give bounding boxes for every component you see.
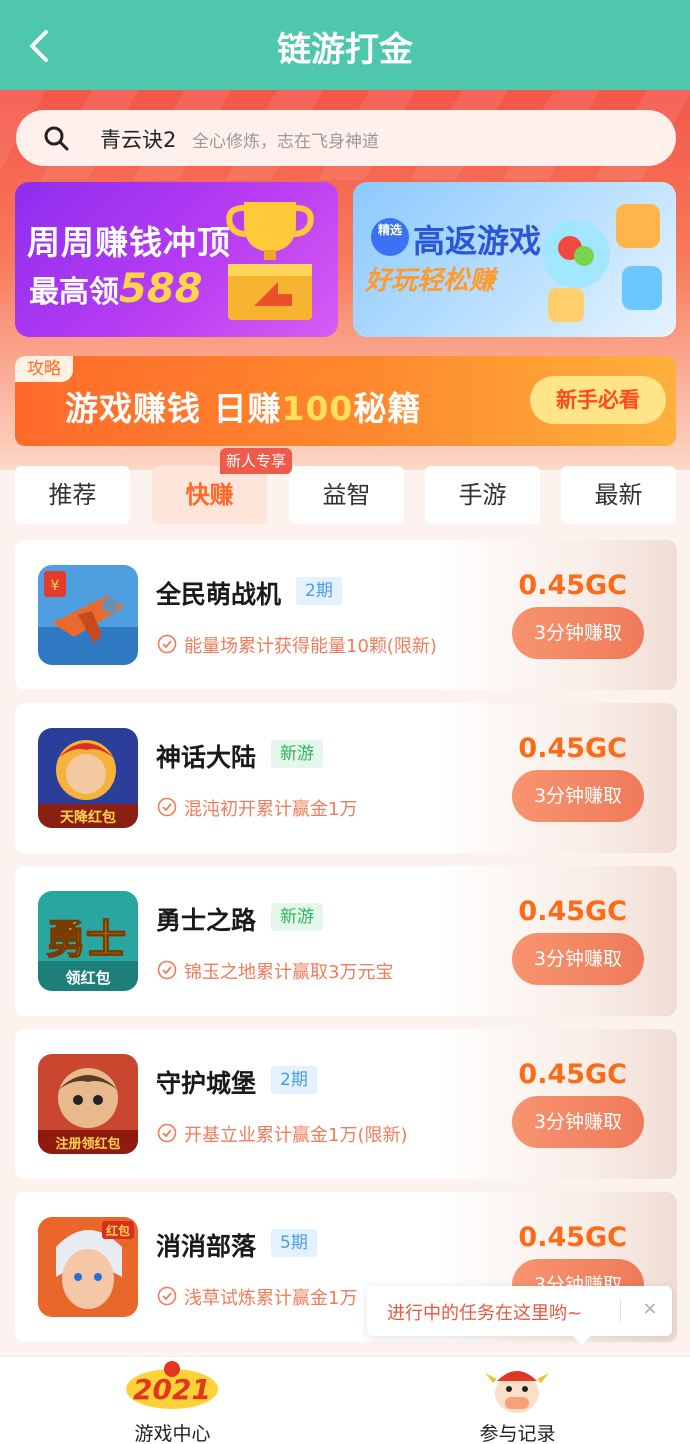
banner-subline: 好玩轻松赚 [365,266,496,296]
tooltip-arrow [573,1336,591,1345]
tab-mobile-games[interactable]: 手游 [425,466,540,524]
game-name: 勇士之路 [156,906,257,935]
promo-tag: 攻略 [15,356,73,382]
reward-amount: 0.45GC [518,570,627,601]
page-title: 链游打金 [277,30,413,70]
top-bar: 链游打金 [0,0,690,90]
game-collage-icon [542,204,662,322]
reward-amount: 0.45GC [518,896,627,927]
game-tag: 新游 [271,903,323,931]
tooltip-divider [620,1300,621,1322]
game-name: 全民萌战机 [156,580,282,609]
svg-text:勇士: 勇士 [46,917,126,963]
game-tag: 2期 [296,577,342,605]
check-circle-icon [157,634,177,654]
tab-quick-earn[interactable]: 快赚 [152,466,267,524]
search-bar[interactable]: 青云诀2 全心修炼，志在飞身神道 [16,110,676,166]
game-icon-guard-castle: 注册领红包 [38,1054,138,1154]
game-tag: 5期 [271,1229,317,1257]
tab-puzzle[interactable]: 益智 [289,466,404,524]
game-icon-fighter: ¥ [38,565,138,665]
check-circle-icon [157,960,177,980]
tab-recommended[interactable]: 推荐 [15,466,130,524]
high-return-games-banner[interactable]: 精选 高返游戏 好玩轻松赚 [353,182,676,337]
banner-subline: 最高领588 [29,266,203,312]
nav-label: 参与记录 [479,1423,556,1444]
nav-label: 游戏中心 [134,1423,211,1444]
svg-text:¥: ¥ [51,578,60,594]
game-name: 守护城堡 [156,1069,257,1098]
beginner-guide-button[interactable]: 新手必看 [530,376,666,424]
svg-text:2021: 2021 [133,1373,211,1406]
featured-badge: 精选 [371,218,409,256]
tooltip-text: 进行中的任务在这里哟~ [387,1303,583,1324]
game-icon-warrior-road: 勇士 领红包 [38,891,138,991]
search-keyword: 青云诀2 [100,128,177,152]
svg-text:注册领红包: 注册领红包 [55,1136,120,1152]
game-center-2021-icon: 2021 [126,1361,218,1409]
close-icon[interactable]: × [637,1296,663,1322]
earn-button[interactable]: 3分钟赚取 [512,607,644,659]
reward-amount: 0.45GC [518,1222,627,1253]
game-card[interactable]: ¥ 全民萌战机 2期 能量场累计获得能量10颗(限新) 0.45GC 3分钟赚取 [15,540,677,690]
task-description: 浅草试炼累计赢金1万 [184,1288,358,1309]
svg-text:领红包: 领红包 [64,969,110,987]
check-circle-icon [157,797,177,817]
game-card[interactable]: 天降红包 神话大陆 新游 混沌初开累计赢金1万 0.45GC 3分钟赚取 [15,703,677,853]
task-description: 能量场累计获得能量10颗(限新) [184,636,437,657]
game-tag: 新游 [271,740,323,768]
task-description: 锦玉之地累计赢取3万元宝 [184,962,394,983]
check-circle-icon [157,1123,177,1143]
earn-button[interactable]: 3分钟赚取 [512,933,644,985]
ox-mascot-icon [485,1371,549,1413]
game-name: 消消部落 [156,1232,257,1261]
task-tooltip: 进行中的任务在这里哟~ × [367,1286,672,1345]
game-name: 神话大陆 [156,743,257,772]
promo-text: 游戏赚钱 日赚100秘籍 [65,389,422,428]
game-icon-myth-continent: 天降红包 [38,728,138,828]
strategy-promo-banner[interactable]: 攻略 游戏赚钱 日赚100秘籍 新手必看 [15,356,676,446]
new-user-badge: 新人专享 [220,448,293,474]
reward-amount: 0.45GC [518,733,627,764]
banner-headline: 高返游戏 [413,222,542,260]
svg-text:天降红包: 天降红包 [60,809,116,826]
weekly-earn-banner[interactable]: 周周赚钱冲顶 最高领588 [15,182,338,337]
game-tag: 2期 [271,1066,317,1094]
game-card[interactable]: 勇士 领红包 勇士之路 新游 锦玉之地累计赢取3万元宝 0.45GC 3分钟赚取 [15,866,677,1016]
svg-text:红包: 红包 [106,1223,130,1238]
banner-headline: 周周赚钱冲顶 [27,223,231,262]
task-description: 混沌初开累计赢金1万 [184,799,358,820]
earn-button[interactable]: 3分钟赚取 [512,770,644,822]
nav-participation-records[interactable]: 参与记录 [345,1357,690,1444]
trophy-icon [226,202,314,320]
check-circle-icon [157,1286,177,1306]
game-icon-elimination-tribe: 红包 [38,1217,138,1317]
search-icon [44,126,69,151]
task-description: 开基立业累计赢金1万(限新) [184,1125,408,1146]
nav-game-center[interactable]: 2021 游戏中心 [0,1357,345,1444]
game-card[interactable]: 注册领红包 守护城堡 2期 开基立业累计赢金1万(限新) 0.45GC 3分钟赚… [15,1029,677,1179]
bottom-navigation: 2021 游戏中心 参与记录 [0,1356,690,1444]
reward-amount: 0.45GC [518,1059,627,1090]
category-tabs: 推荐 快赚 益智 手游 最新 新人专享 [15,448,677,524]
tab-newest[interactable]: 最新 [561,466,676,524]
search-hint: 全心修炼，志在飞身神道 [192,132,379,152]
earn-button[interactable]: 3分钟赚取 [512,1096,644,1148]
